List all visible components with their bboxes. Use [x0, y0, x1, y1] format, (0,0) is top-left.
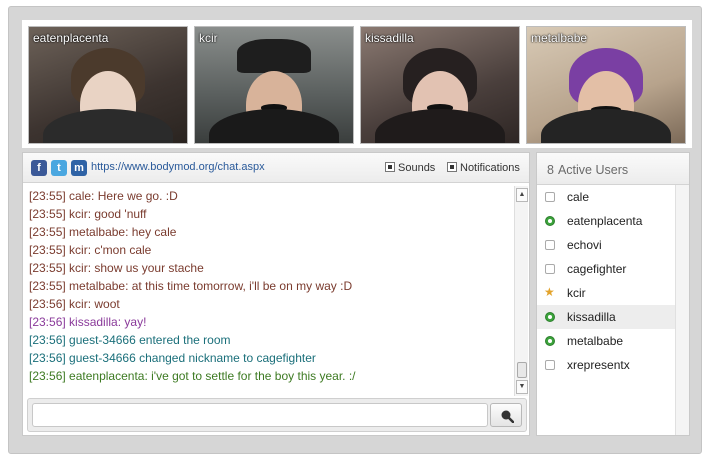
user-name: cale [567, 190, 590, 204]
system-message: [23:56] guest-34666 changed nickname to … [29, 349, 511, 367]
message-time: [23:55] [29, 279, 66, 293]
chat-message: [23:55] kcir: good 'nuff [29, 205, 511, 223]
user-name: cagefighter [567, 262, 627, 276]
message-time: [23:56] [29, 369, 66, 383]
message-text: kcir: c'mon cale [69, 243, 152, 257]
webcam-status-icon [545, 216, 555, 226]
chat-message: [23:55] kcir: show us your stache [29, 259, 511, 277]
message-text: kissadilla: yay! [69, 315, 147, 329]
system-message: [23:56] guest-34666 entered the room [29, 331, 511, 349]
message-time: [23:56] [29, 351, 66, 365]
user-item-eatenplacenta[interactable]: eatenplacenta [537, 209, 675, 233]
user-item-kissadilla[interactable]: kissadilla [537, 305, 675, 329]
users-scrollbar[interactable] [675, 185, 689, 435]
user-item-metalbabe[interactable]: metalbabe [537, 329, 675, 353]
chat-message: [23:56] kissadilla: yay! [29, 313, 511, 331]
user-list: cale eatenplacenta echovi cagefighter ★ k… [537, 185, 675, 377]
message-time: [23:56] [29, 297, 66, 311]
message-time: [23:55] [29, 225, 66, 239]
webcam-status-icon [545, 312, 555, 322]
notifications-checkbox[interactable] [447, 162, 457, 172]
user-item-kcir[interactable]: ★ kcir [537, 281, 675, 305]
user-name: kissadilla [567, 310, 616, 324]
sounds-label: Sounds [398, 162, 436, 174]
message-time: [23:56] [29, 315, 66, 329]
video-feed-metalbabe[interactable]: metalbabe [526, 26, 686, 144]
scroll-thumb[interactable] [517, 362, 527, 378]
facebook-icon[interactable]: f [31, 160, 47, 176]
chat-message: [23:56] kcir: woot [29, 295, 511, 313]
user-name: xrepresentx [567, 358, 630, 372]
user-item-cagefighter[interactable]: cagefighter [537, 257, 675, 281]
video-feed-eatenplacenta[interactable]: eatenplacenta [28, 26, 188, 144]
user-name: echovi [567, 238, 602, 252]
search-icon [501, 410, 514, 423]
message-text: metalbabe: at this time tomorrow, i'll b… [69, 279, 353, 293]
chat-header: f t m https://www.bodymod.org/chat.aspx … [23, 153, 529, 183]
idle-status-icon [545, 360, 555, 370]
twitter-icon[interactable]: t [51, 160, 67, 176]
user-name: metalbabe [567, 334, 624, 348]
message-scrollbar[interactable]: ▲ ▼ [514, 186, 528, 396]
message-time: [23:55] [29, 189, 66, 203]
message-input-bar [27, 398, 527, 432]
video-strip: eatenplacenta kcir kissadilla metalbabe [22, 20, 692, 148]
message-text: kcir: good 'nuff [69, 207, 147, 221]
video-username: metalbabe [531, 31, 588, 45]
message-text: kcir: show us your stache [69, 261, 204, 275]
idle-status-icon [545, 192, 555, 202]
chat-url-link[interactable]: https://www.bodymod.org/chat.aspx [91, 161, 265, 173]
video-username: kcir [199, 31, 218, 45]
sounds-checkbox[interactable] [385, 162, 395, 172]
chat-panel: f t m https://www.bodymod.org/chat.aspx … [22, 152, 530, 436]
user-item-xrepresentx[interactable]: xrepresentx [537, 353, 675, 377]
users-title: 8 Active Users [547, 163, 628, 177]
message-text: metalbabe: hey cale [69, 225, 177, 239]
message-text: guest-34666 entered the room [69, 333, 231, 347]
chat-message: [23:55] cale: Here we go. :D [29, 187, 511, 205]
message-text: cale: Here we go. :D [69, 189, 178, 203]
notifications-toggle[interactable]: Notifications [447, 162, 520, 174]
video-feed-kcir[interactable]: kcir [194, 26, 354, 144]
active-users-panel: 8 Active Users cale eatenplacenta echovi … [536, 152, 690, 436]
idle-status-icon [545, 264, 555, 274]
message-time: [23:56] [29, 333, 66, 347]
video-feed-kissadilla[interactable]: kissadilla [360, 26, 520, 144]
video-username: eatenplacenta [33, 31, 109, 45]
message-log[interactable]: [23:55] cale: Here we go. :D [23:55] kci… [29, 187, 511, 393]
video-username: kissadilla [365, 31, 414, 45]
user-item-cale[interactable]: cale [537, 185, 675, 209]
send-button[interactable] [490, 403, 522, 427]
user-name: eatenplacenta [567, 214, 643, 228]
users-header: 8 Active Users [537, 153, 689, 185]
message-time: [23:55] [29, 261, 66, 275]
myspace-icon[interactable]: m [71, 160, 87, 176]
idle-status-icon [545, 240, 555, 250]
scroll-up-button[interactable]: ▲ [516, 188, 528, 202]
chat-message: [23:55] metalbabe: hey cale [29, 223, 511, 241]
message-text: kcir: woot [69, 297, 120, 311]
user-item-echovi[interactable]: echovi [537, 233, 675, 257]
chat-message: [23:56] eatenplacenta: i've got to settl… [29, 367, 511, 385]
webcam-status-icon [545, 336, 555, 346]
sounds-toggle[interactable]: Sounds [385, 162, 435, 174]
star-icon: ★ [544, 285, 555, 299]
message-text: guest-34666 changed nickname to cagefigh… [69, 351, 316, 365]
message-time: [23:55] [29, 207, 66, 221]
scroll-down-button[interactable]: ▼ [516, 380, 528, 394]
message-text: eatenplacenta: i've got to settle for th… [69, 369, 356, 383]
notifications-label: Notifications [460, 162, 520, 174]
chat-message: [23:55] metalbabe: at this time tomorrow… [29, 277, 511, 295]
active-users-label: Active Users [557, 163, 629, 177]
active-user-count: 8 [547, 163, 554, 177]
chat-message: [23:55] kcir: c'mon cale [29, 241, 511, 259]
message-time: [23:55] [29, 243, 66, 257]
user-name: kcir [567, 286, 586, 300]
message-input[interactable] [32, 403, 488, 427]
